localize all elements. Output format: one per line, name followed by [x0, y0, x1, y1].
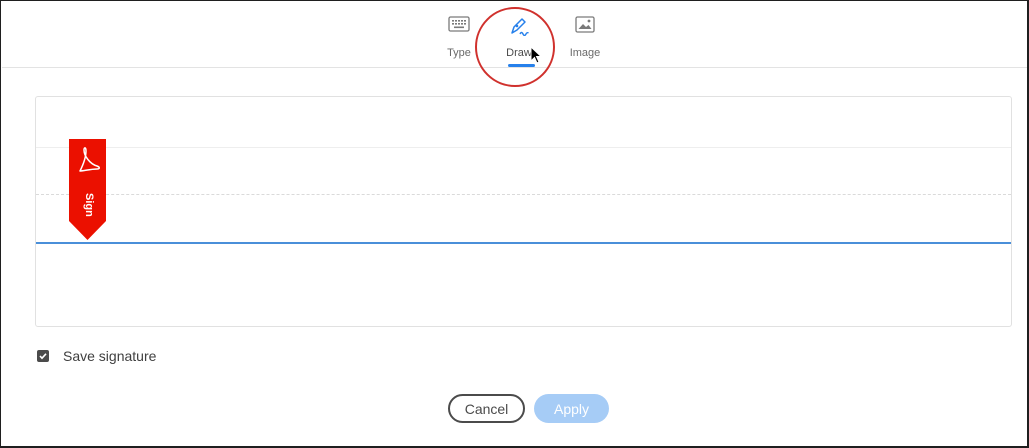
save-signature-checkbox[interactable]	[37, 350, 49, 362]
guide-line-top	[36, 147, 1011, 148]
mouse-pointer-icon	[530, 46, 542, 64]
sign-here-flag: Sign	[69, 139, 106, 240]
signature-baseline	[36, 242, 1011, 244]
save-signature-label: Save signature	[63, 348, 157, 364]
tab-image-label: Image	[569, 47, 601, 59]
signature-draw-area[interactable]: Sign	[35, 96, 1012, 327]
image-icon	[558, 16, 612, 40]
save-signature-option[interactable]: Save signature	[37, 347, 156, 365]
annotation-circle	[475, 7, 555, 87]
guide-line-dashed	[36, 194, 1011, 195]
apply-button[interactable]: Apply	[534, 394, 609, 423]
cancel-button[interactable]: Cancel	[448, 394, 525, 423]
tab-image[interactable]: Image	[558, 16, 612, 68]
sign-flag-label: Sign	[83, 193, 95, 217]
signature-dialog: Type Draw Image Sign Save signature Canc…	[0, 0, 1029, 448]
